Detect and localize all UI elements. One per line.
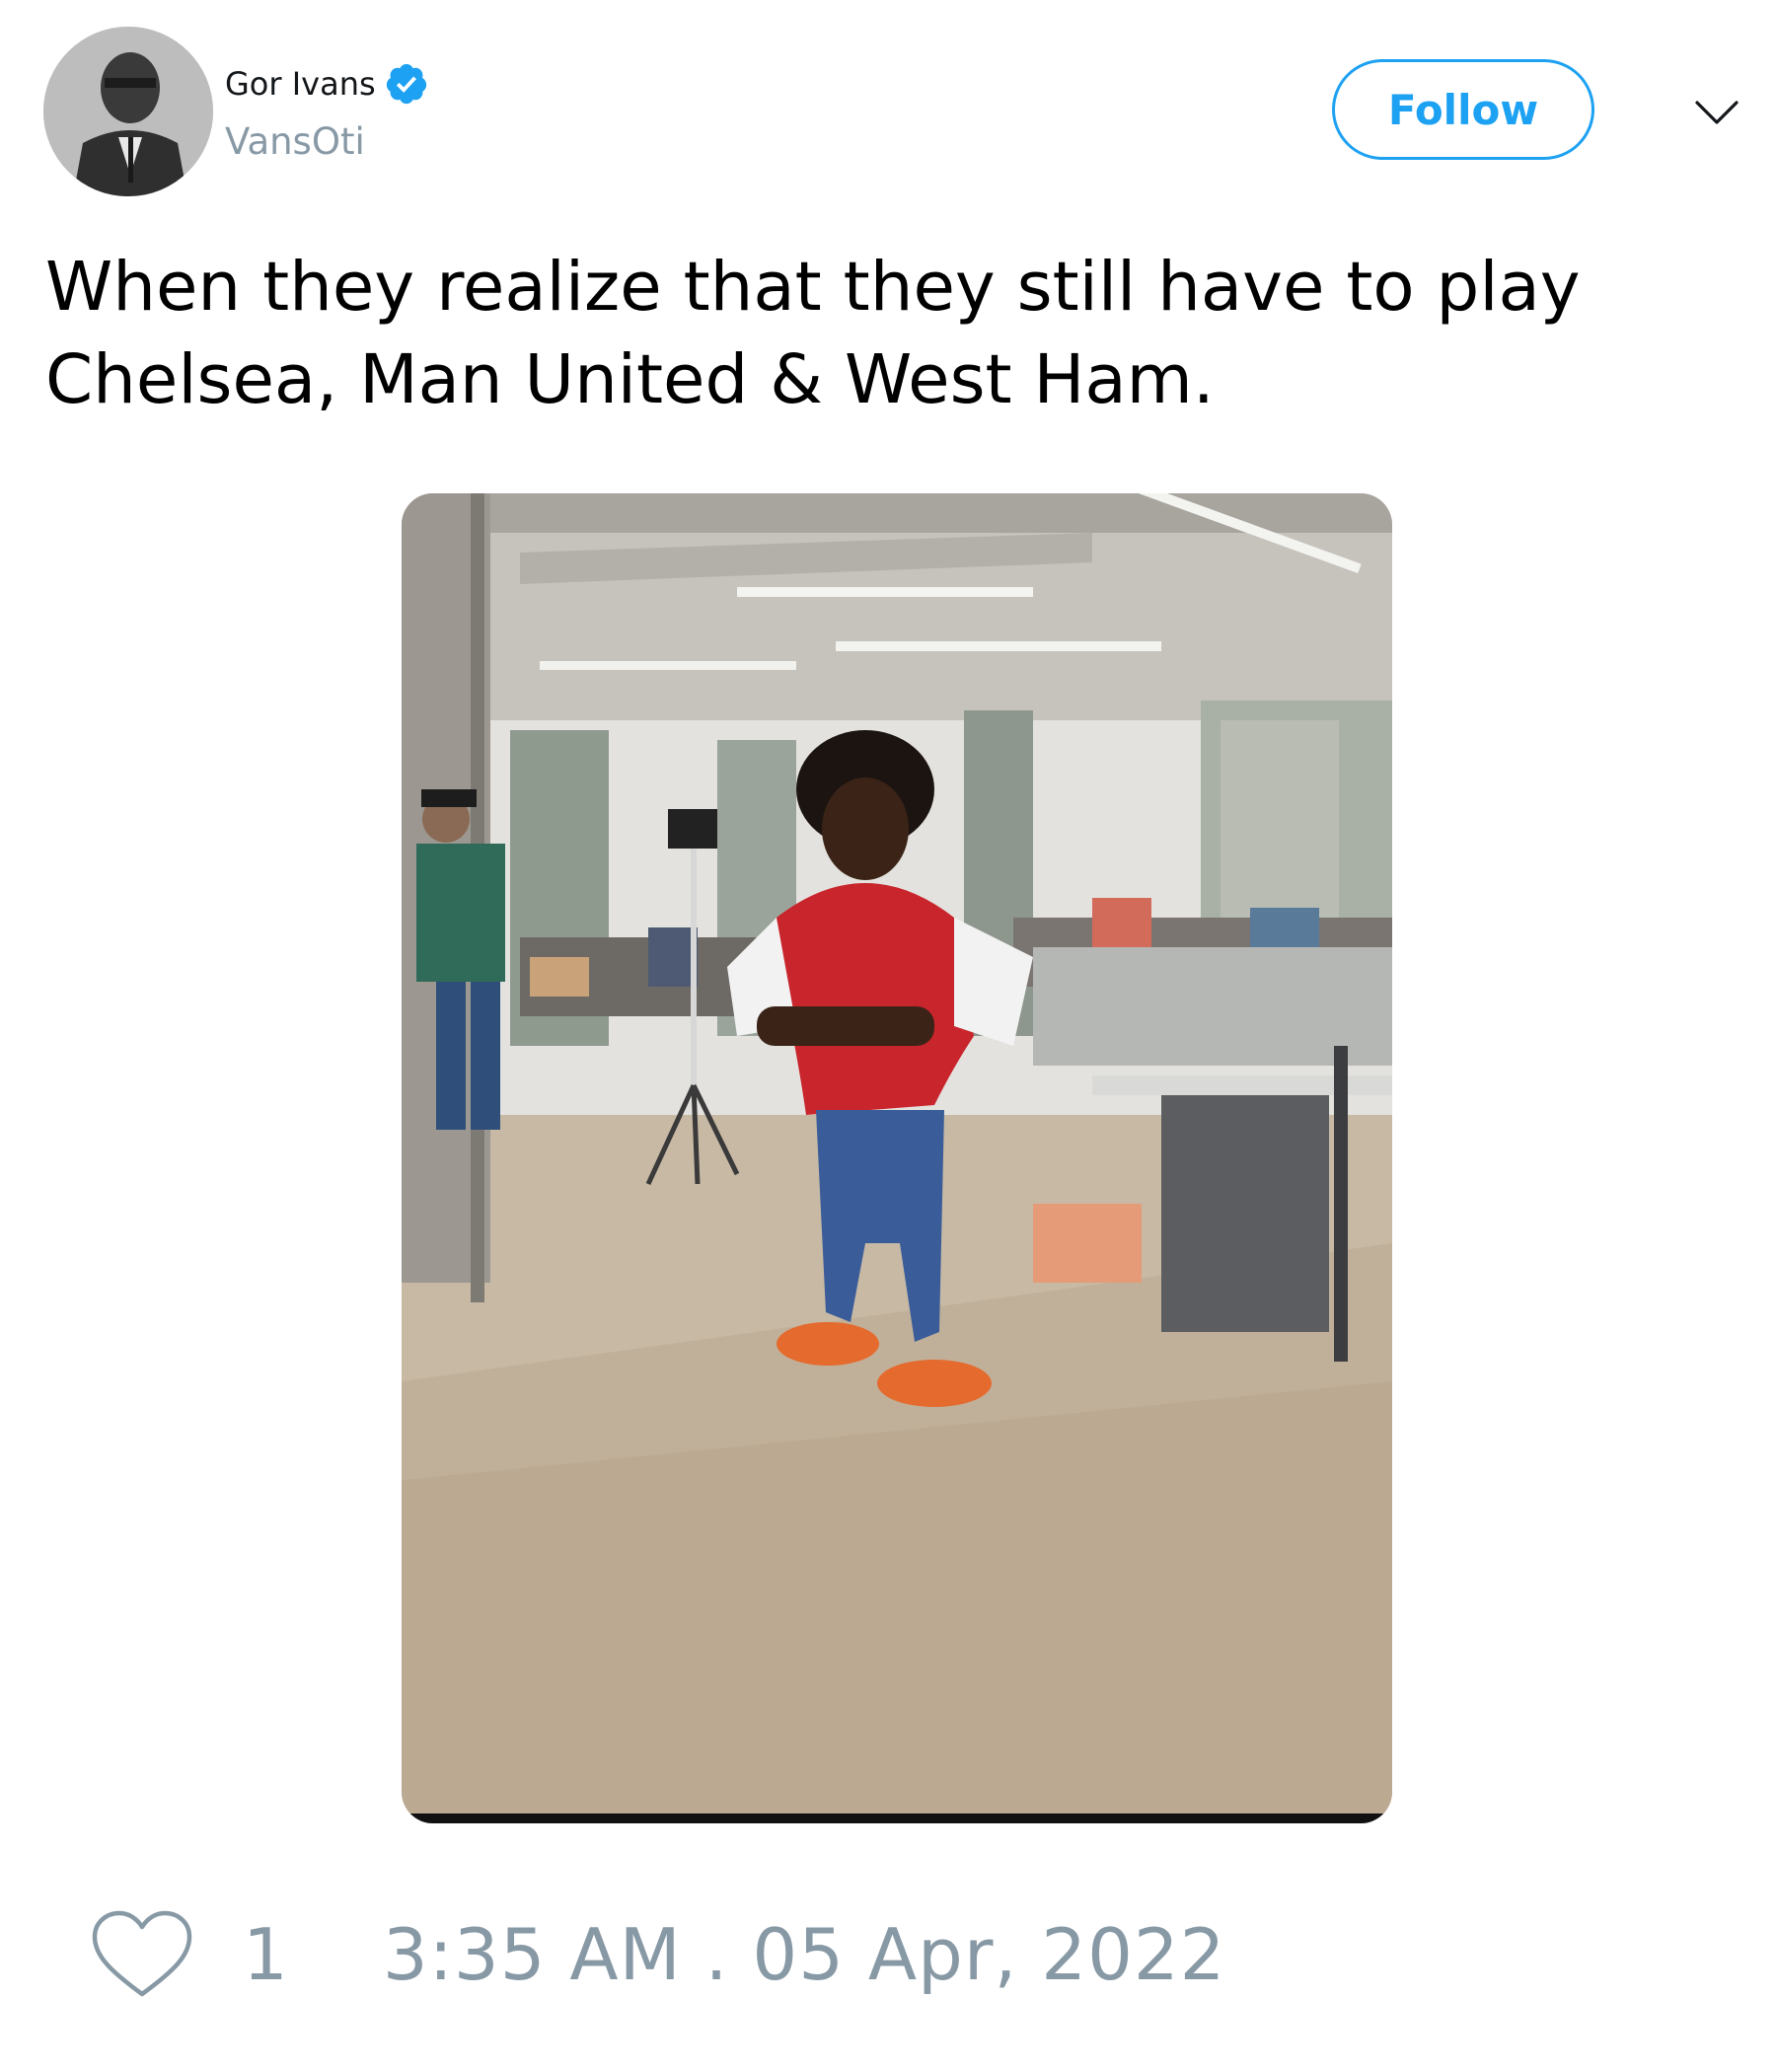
avatar[interactable] — [43, 27, 213, 196]
chevron-down-icon[interactable] — [1691, 87, 1742, 138]
tweet-photo[interactable] — [402, 493, 1392, 1823]
verified-badge-icon — [384, 61, 429, 107]
tweet-text: When they realize that they still have t… — [45, 248, 1581, 419]
follow-button[interactable]: Follow — [1332, 59, 1594, 160]
tweet-card: Gor Ivans VansOti Follow When they reali… — [0, 0, 1776, 2072]
display-name-row: Gor Ivans — [225, 61, 429, 107]
user-handle[interactable]: VansOti — [225, 120, 429, 163]
tweet-footer: 1 3:35 AM . 05 Apr, 2022 — [89, 1900, 1226, 2009]
avatar-photo — [43, 27, 213, 196]
author-info: Gor Ivans VansOti — [225, 61, 429, 163]
heart-icon[interactable] — [89, 1907, 195, 2002]
tweet-timestamp[interactable]: 3:35 AM . 05 Apr, 2022 — [383, 1913, 1226, 1996]
like-count: 1 — [243, 1913, 288, 1996]
office-photo — [402, 493, 1392, 1823]
display-name[interactable]: Gor Ivans — [225, 65, 376, 103]
